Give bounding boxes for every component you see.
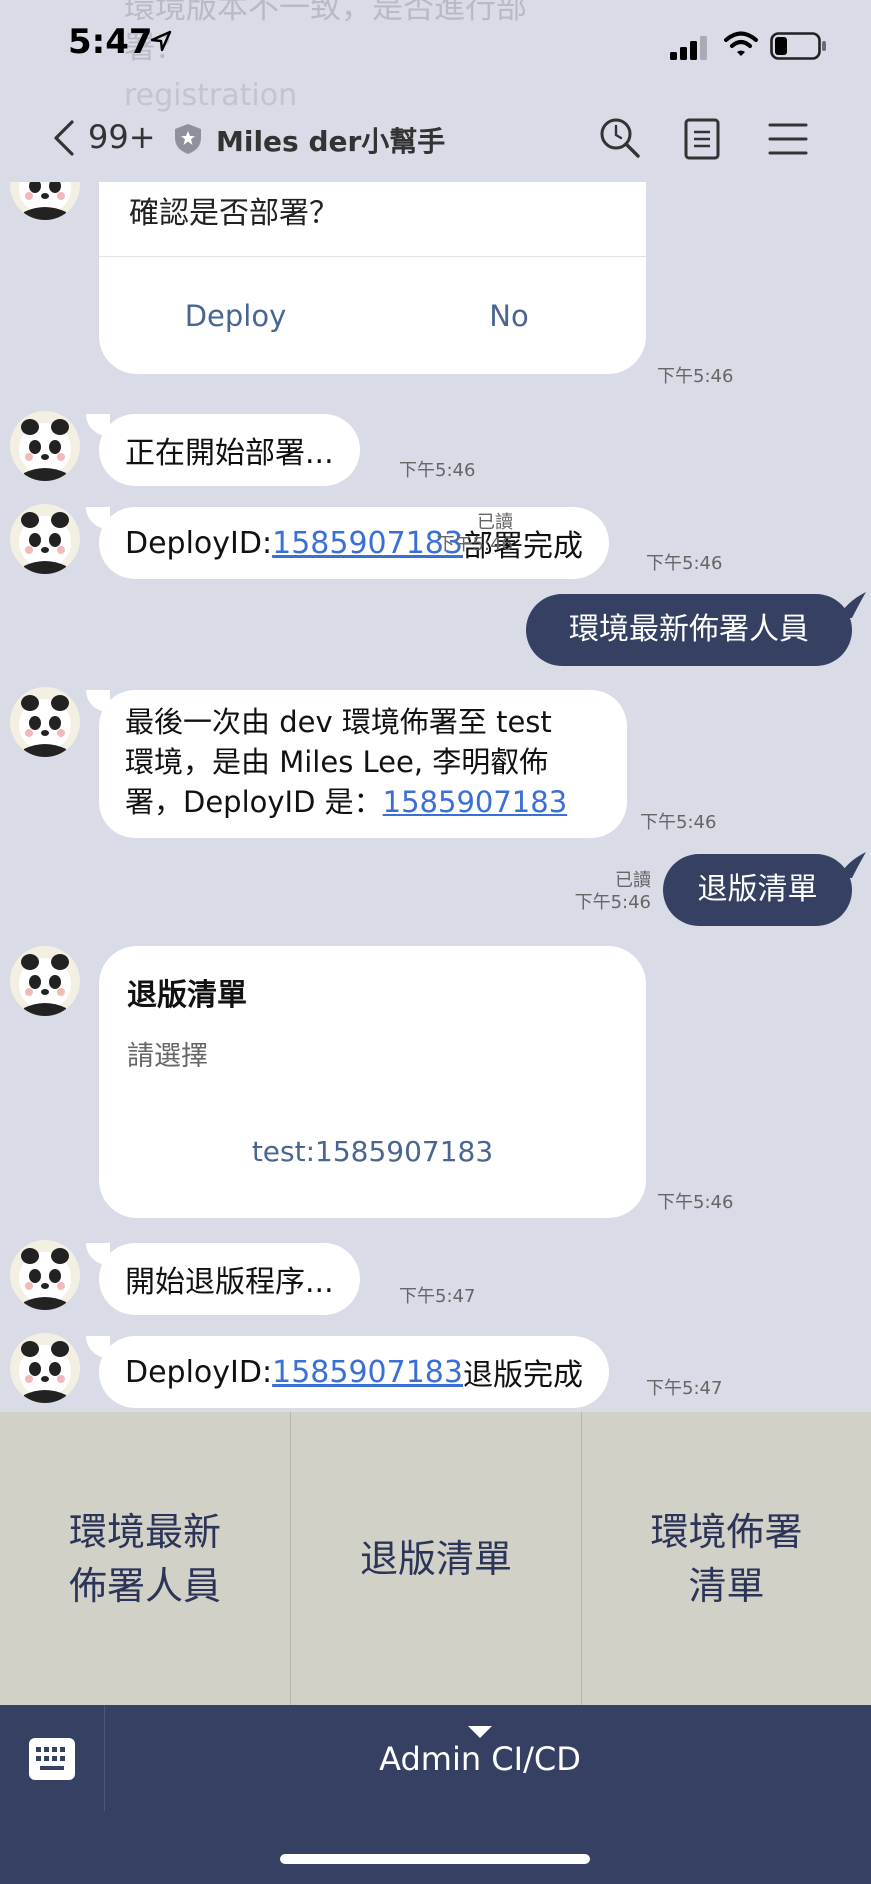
message-time: 下午5:46 <box>574 892 651 913</box>
deploy-id-link[interactable]: 1585907183 <box>272 1355 463 1390</box>
message-prefix: DeployID: <box>125 525 273 561</box>
bot-avatar[interactable] <box>10 1333 80 1403</box>
message-text: 退版清單 <box>697 872 818 907</box>
battery-icon <box>770 32 826 60</box>
panda-avatar-icon <box>19 695 71 757</box>
bot-avatar[interactable] <box>10 687 80 757</box>
keyboard-icon <box>29 1738 75 1780</box>
wifi-icon <box>724 31 758 56</box>
bot-message: DeployID: 1585907183 退版完成 <box>99 1336 609 1408</box>
read-label: 已讀 <box>615 870 651 891</box>
preview-text: 環境版本不一致，是否進行部署？ <box>124 0 527 66</box>
card-subtitle: 請選擇 <box>127 1041 208 1072</box>
cellular-signal-icon <box>670 36 707 60</box>
message-time: 下午5:46 <box>399 460 476 481</box>
bot-avatar[interactable] <box>10 411 80 481</box>
message-time: 下午5:46 <box>436 534 513 555</box>
card-title: 退版清單 <box>127 978 247 1013</box>
shield-icon <box>175 124 201 154</box>
message-prefix: DeployID: <box>125 1354 273 1390</box>
keyboard-button[interactable] <box>0 1705 104 1811</box>
bar-divider <box>104 1705 105 1811</box>
home-indicator <box>280 1854 590 1864</box>
message-time: 下午5:46 <box>646 553 723 574</box>
back-chevron-icon[interactable] <box>48 118 78 158</box>
panda-avatar-icon <box>19 182 71 220</box>
message-line: 署，DeployID 是： <box>125 785 383 819</box>
bot-message: 正在開始部署... <box>99 414 360 486</box>
read-receipt: 已讀 下午5:46 <box>420 512 513 556</box>
rich-menu-label[interactable]: Admin CI/CD <box>330 1740 630 1778</box>
preview-subtext: registration <box>124 78 298 113</box>
bot-message: DeployID: 1585907183 部署完成 <box>99 507 609 579</box>
read-receipt: 已讀 下午5:46 <box>556 870 651 914</box>
message-time: 下午5:47 <box>399 1286 476 1307</box>
panda-avatar-icon <box>19 1341 71 1403</box>
panda-avatar-icon <box>19 954 71 1016</box>
status-time: 5:47 <box>68 22 153 62</box>
chat-title: Miles der小幫手 <box>216 125 446 158</box>
panda-avatar-icon <box>19 512 71 574</box>
my-message: 環境最新佈署人員 <box>526 594 852 666</box>
hamburger-menu-icon[interactable] <box>768 122 808 156</box>
message-text: 正在開始部署... <box>125 436 334 471</box>
unread-count[interactable]: 99+ <box>88 118 156 156</box>
no-button[interactable]: No <box>372 257 646 374</box>
message-time: 下午5:47 <box>646 1378 723 1399</box>
rich-menu-rollback-list[interactable]: 退版清單 <box>291 1412 581 1705</box>
message-text: 環境最新佈署人員 <box>569 612 809 647</box>
confirm-card: 確認是否部署？ Deploy No <box>99 182 646 374</box>
deploy-button[interactable]: Deploy <box>99 257 372 374</box>
caret-down-icon <box>468 1726 492 1738</box>
panda-avatar-icon <box>19 419 71 481</box>
rollback-option-button[interactable]: test:1585907183 <box>99 1106 646 1196</box>
deploy-id-link[interactable]: 1585907183 <box>383 785 568 819</box>
rich-menu-deploy-list[interactable]: 環境佈署 清單 <box>582 1412 871 1705</box>
bot-avatar[interactable] <box>10 946 80 1016</box>
location-arrow-icon <box>150 30 172 52</box>
my-message: 退版清單 <box>663 854 852 926</box>
confirm-question: 確認是否部署？ <box>129 196 339 231</box>
bot-avatar[interactable] <box>10 1240 80 1310</box>
message-line: 環境，是由 Miles Lee, 李明叡佈 <box>125 745 549 779</box>
search-icon[interactable] <box>598 116 642 160</box>
rollback-card: 退版清單 請選擇 test:1585907183 <box>99 946 646 1218</box>
bot-avatar[interactable] <box>10 504 80 574</box>
message-line: 最後一次由 dev 環境佈署至 test <box>125 705 552 739</box>
message-text: 開始退版程序... <box>125 1265 334 1300</box>
read-label: 已讀 <box>477 512 513 533</box>
chat-area[interactable]: 確認是否部署？ Deploy No 下午5:46 正在開始部署... 下午5:4… <box>0 182 871 1412</box>
rich-menu-latest-deployer[interactable]: 環境最新 佈署人員 <box>0 1412 290 1705</box>
bot-message: 最後一次由 dev 環境佈署至 test 環境，是由 Miles Lee, 李明… <box>99 690 627 838</box>
bot-message: 開始退版程序... <box>99 1243 360 1315</box>
bot-avatar[interactable] <box>10 182 80 220</box>
bubble-tail <box>838 592 866 618</box>
panda-avatar-icon <box>19 1248 71 1310</box>
message-time: 下午5:46 <box>640 812 717 833</box>
message-suffix: 退版完成 <box>462 1358 583 1393</box>
bubble-tail <box>838 852 866 878</box>
message-time: 下午5:46 <box>657 1192 734 1213</box>
notes-icon[interactable] <box>684 118 720 160</box>
message-time: 下午5:46 <box>657 366 734 387</box>
